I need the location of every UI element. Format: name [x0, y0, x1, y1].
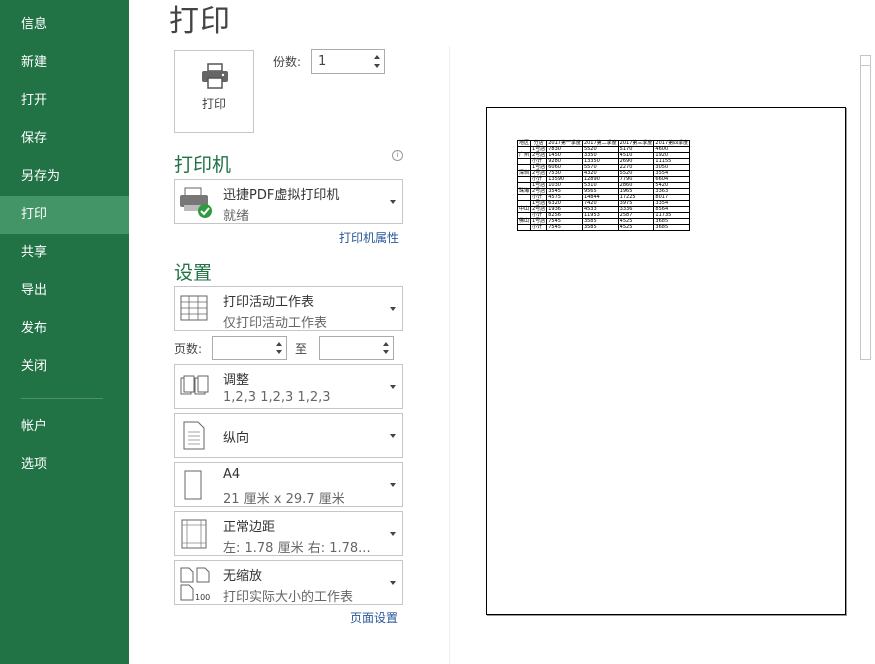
paper-icon: [184, 470, 202, 500]
print-what-dropdown[interactable]: 打印活动工作表 仅打印活动工作表: [174, 286, 403, 331]
preview-table-cell: 7545: [546, 224, 583, 231]
nav-account[interactable]: 帐户: [0, 408, 129, 446]
chevron-down-icon: [390, 199, 396, 204]
margins-desc: 左: 1.78 厘米 右: 1.78...: [223, 541, 371, 556]
printer-heading: 打印机: [174, 154, 232, 176]
printer-status: 就绪: [223, 209, 250, 224]
paper-size-desc: 21 厘米 x 29.7 厘米: [223, 492, 345, 507]
print-button[interactable]: 打印: [174, 50, 254, 133]
scaling-desc: 打印实际大小的工作表: [223, 590, 354, 605]
paper-size-label: A4: [223, 467, 241, 482]
nav-options[interactable]: 选项: [0, 446, 129, 484]
preview-table-cell: 3585: [581, 224, 619, 231]
preview-table-cell: 珠海: [516, 188, 532, 195]
nav-save-as[interactable]: 另存为: [0, 158, 129, 196]
scaling-icon: 100: [180, 567, 210, 602]
paper-size-dropdown[interactable]: A4 21 厘米 x 29.7 厘米: [174, 462, 403, 507]
collate-icon: [180, 375, 209, 395]
portrait-icon: [183, 421, 205, 450]
collate-label: 调整: [223, 373, 250, 388]
pages-from-input[interactable]: [212, 336, 287, 360]
spin-down-icon[interactable]: [381, 347, 391, 357]
margins-icon: [181, 519, 207, 549]
print-preview-page: 地区 分店 2017第一季度 2017第二季度 2017第三季度 2017第四季…: [486, 107, 846, 615]
preview-table-cell: [516, 224, 532, 231]
nav-close[interactable]: 关闭: [0, 348, 129, 386]
nav-export[interactable]: 导出: [0, 272, 129, 310]
preview-table-body: 1号店 7830 5520 5170 4600 广州 2号店 1450 3350 4510 1920…: [516, 146, 691, 231]
collate-desc: 1,2,3 1,2,3 1,2,3: [223, 390, 331, 405]
preview-header-cell: 地区: [516, 140, 532, 147]
copies-input[interactable]: 1: [311, 49, 385, 74]
print-panel: 打印 打印 份数: 1 打印机 i 迅捷PDF虚拟打印机 就绪 打印机属性 设置: [129, 0, 875, 664]
preview-table-row: 小计 7545 3585 4525 3685: [516, 224, 691, 231]
pages-to-input[interactable]: [319, 336, 394, 360]
page-setup-link[interactable]: 页面设置: [350, 609, 398, 626]
nav-open[interactable]: 打开: [0, 82, 129, 120]
scaling-label: 无缩放: [223, 569, 263, 584]
scaling-dropdown[interactable]: 100 无缩放 打印实际大小的工作表: [174, 560, 403, 605]
spin-down-icon[interactable]: [274, 347, 284, 357]
preview-table: 地区 分店 2017第一季度 2017第二季度 2017第三季度 2017第四季…: [516, 140, 691, 231]
printer-dropdown[interactable]: 迅捷PDF虚拟打印机 就绪: [174, 179, 403, 224]
printer-device-icon: [180, 187, 212, 218]
printer-name: 迅捷PDF虚拟打印机: [223, 188, 340, 203]
chevron-down-icon: [390, 384, 396, 389]
nav-new[interactable]: 新建: [0, 44, 129, 82]
scaling-icon-text: 100: [195, 593, 210, 602]
pages-to-label: 至: [295, 342, 308, 356]
preview-table-cell: 小计: [530, 224, 548, 231]
pages-label: 页数:: [174, 342, 203, 356]
preview-table-cell: 广州: [516, 152, 532, 159]
nav-print[interactable]: 打印: [0, 196, 129, 234]
margins-dropdown[interactable]: 正常边距 左: 1.78 厘米 右: 1.78...: [174, 511, 403, 556]
nav-divider: [21, 398, 103, 399]
nav-info[interactable]: 信息: [0, 6, 129, 44]
preview-table-cell: 中山: [516, 206, 532, 213]
preview-table-cell: 4525: [617, 224, 655, 231]
chevron-down-icon: [390, 531, 396, 536]
chevron-down-icon: [390, 433, 396, 438]
nav-save[interactable]: 保存: [0, 120, 129, 158]
print-what-label: 打印活动工作表: [223, 295, 315, 310]
print-button-label: 打印: [201, 97, 226, 111]
preview-table-cell: 3685: [653, 224, 691, 231]
settings-heading: 设置: [174, 262, 213, 284]
chevron-down-icon: [390, 306, 396, 311]
worksheet-icon: [180, 295, 208, 321]
copies-value: 1: [318, 54, 327, 69]
collate-dropdown[interactable]: 调整 1,2,3 1,2,3 1,2,3: [174, 364, 403, 409]
page-title: 打印: [169, 4, 231, 39]
margins-label: 正常边距: [223, 520, 276, 535]
preview-table-cell: 深圳: [516, 170, 532, 177]
backstage-sidebar: 信息 新建 打开 保存 另存为 打印 共享 导出 发布 关闭 帐户 选项: [0, 0, 129, 664]
chevron-down-icon: [390, 482, 396, 487]
copies-label: 份数:: [273, 55, 302, 69]
orientation-label: 纵向: [223, 431, 250, 446]
nav-publish[interactable]: 发布: [0, 310, 129, 348]
spin-down-icon[interactable]: [372, 61, 382, 71]
scroll-thumb[interactable]: [860, 65, 871, 360]
chevron-down-icon: [390, 580, 396, 585]
preview-table-cell: 佛山: [516, 218, 532, 225]
preview-scrollbar[interactable]: [858, 50, 875, 664]
printer-properties-link[interactable]: 打印机属性: [339, 229, 399, 246]
printer-icon: [202, 63, 228, 89]
info-icon[interactable]: i: [392, 150, 403, 161]
nav-share[interactable]: 共享: [0, 234, 129, 272]
orientation-dropdown[interactable]: 纵向: [174, 413, 403, 458]
print-what-desc: 仅打印活动工作表: [223, 316, 328, 331]
